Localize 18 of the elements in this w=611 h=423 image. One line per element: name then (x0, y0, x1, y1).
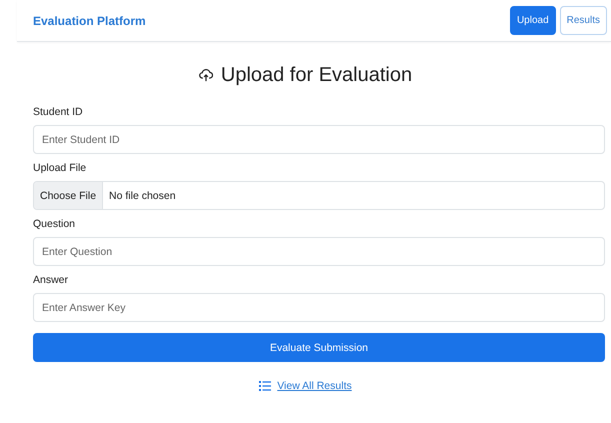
list-icon (259, 381, 272, 391)
nav-tab[interactable]: Results (560, 6, 607, 35)
input-field[interactable]: Enter Answer Key (33, 293, 605, 322)
field-label: Student ID (33, 106, 84, 118)
page-heading: Upload for Evaluation (220, 64, 412, 86)
input-field[interactable]: Enter Question (33, 237, 605, 266)
input-field[interactable]: Enter Student ID (33, 125, 605, 154)
field-label: Question (33, 218, 76, 230)
nav-tab[interactable]: Upload (510, 6, 556, 35)
brand-title[interactable]: Evaluation Platform (33, 14, 146, 28)
submit-button[interactable]: Evaluate Submission (33, 333, 605, 362)
view-results-link[interactable]: View All Results (277, 380, 352, 392)
cloud-upload-icon (198, 68, 213, 82)
choose-file-button[interactable]: Choose File (34, 182, 104, 209)
field-label: Answer (33, 274, 70, 286)
file-status: No file chosen (108, 188, 177, 204)
file-input[interactable]: Choose File No file chosen (33, 181, 605, 210)
field-label: Upload File (33, 162, 88, 174)
